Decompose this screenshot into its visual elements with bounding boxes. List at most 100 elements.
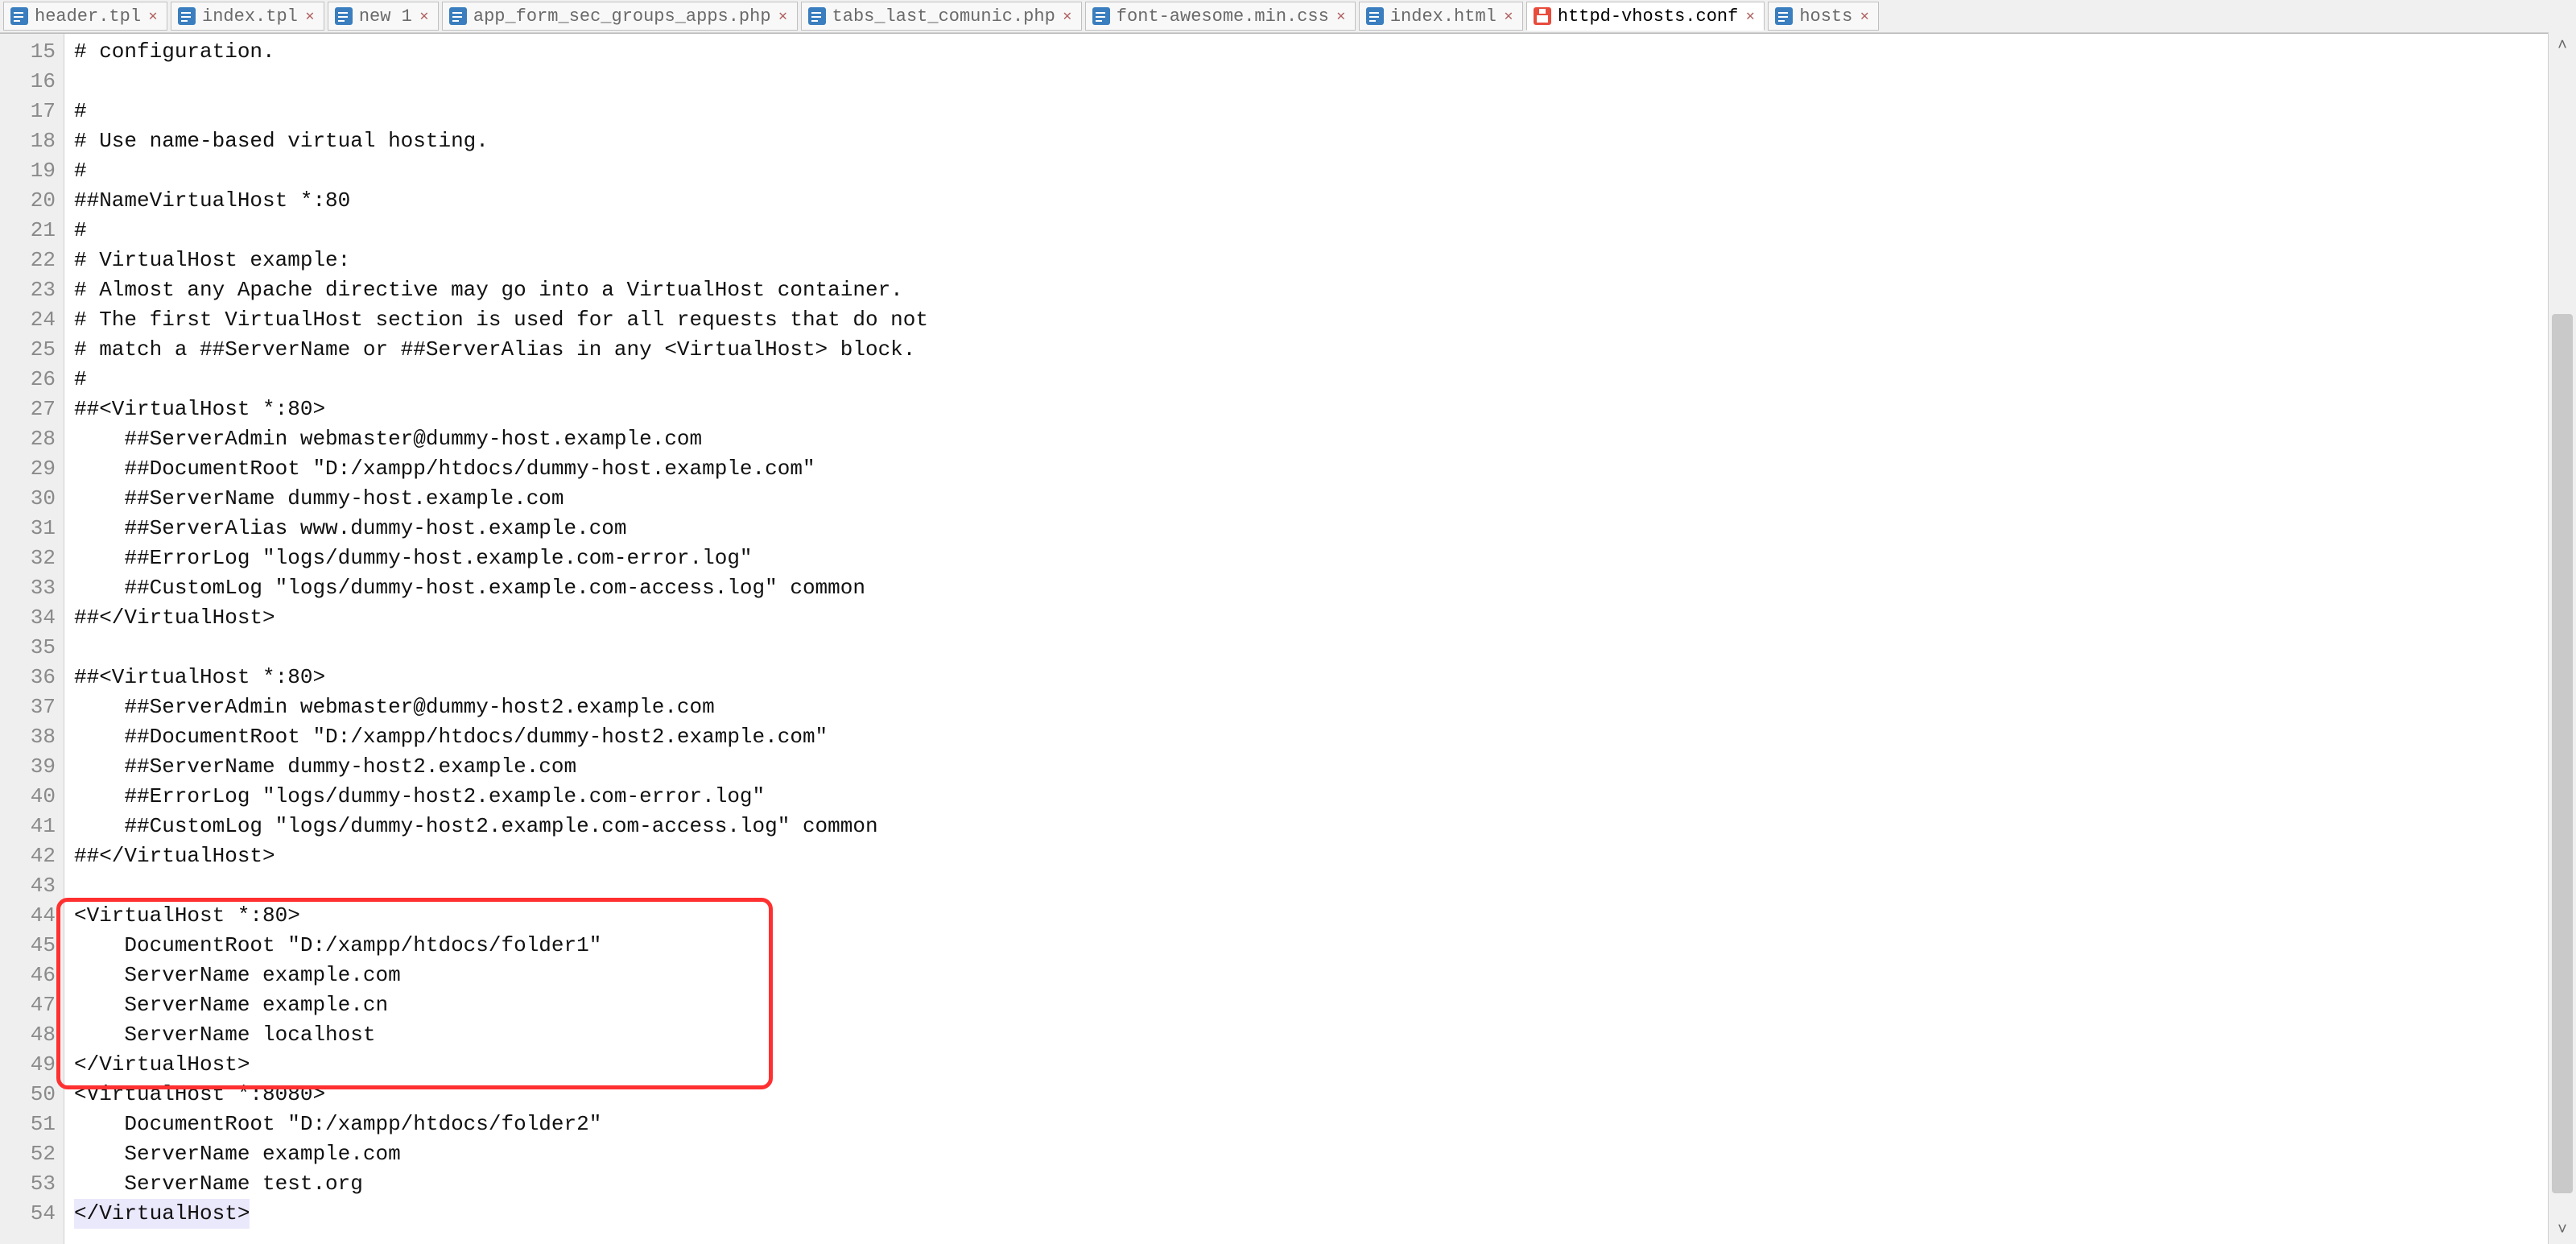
line-number: 28 xyxy=(0,424,56,454)
line-number: 38 xyxy=(0,722,56,752)
code-line[interactable]: DocumentRoot "D:/xampp/htdocs/folder1" xyxy=(74,931,2576,961)
tab-header-tpl[interactable]: header.tpl✕ xyxy=(3,2,167,31)
code-line[interactable]: ##CustomLog "logs/dummy-host2.example.co… xyxy=(74,812,2576,841)
file-type-tpl-icon xyxy=(10,7,28,25)
scrollbar-thumb[interactable] xyxy=(2552,314,2573,1193)
code-line[interactable]: ##CustomLog "logs/dummy-host.example.com… xyxy=(74,573,2576,603)
tab-app-form-sec-groups-apps-php[interactable]: app_form_sec_groups_apps.php✕ xyxy=(442,2,798,31)
code-line[interactable]: ##<VirtualHost *:80> xyxy=(74,395,2576,424)
code-line[interactable]: ##<VirtualHost *:80> xyxy=(74,663,2576,692)
line-number: 29 xyxy=(0,454,56,484)
file-type-html-icon xyxy=(1366,7,1384,25)
line-number: 40 xyxy=(0,782,56,812)
close-icon[interactable]: ✕ xyxy=(303,9,317,23)
line-number: 15 xyxy=(0,37,56,67)
line-number: 30 xyxy=(0,484,56,514)
scrollbar-track[interactable] xyxy=(2549,60,2576,1217)
close-icon[interactable]: ✕ xyxy=(776,9,791,23)
tab-label: hosts xyxy=(1799,6,1852,27)
code-line[interactable]: # Almost any Apache directive may go int… xyxy=(74,275,2576,305)
code-area[interactable]: # configuration.## Use name-based virtua… xyxy=(64,34,2576,1244)
code-line[interactable]: # xyxy=(74,156,2576,186)
line-number: 32 xyxy=(0,543,56,573)
scroll-down-arrow-icon[interactable]: ˅ xyxy=(2549,1217,2576,1244)
code-line[interactable]: ##DocumentRoot "D:/xampp/htdocs/dummy-ho… xyxy=(74,722,2576,752)
code-line[interactable]: # Use name-based virtual hosting. xyxy=(74,126,2576,156)
line-number: 50 xyxy=(0,1080,56,1110)
code-line[interactable]: ##NameVirtualHost *:80 xyxy=(74,186,2576,216)
tab-tabs-last-comunic-php[interactable]: tabs_last_comunic.php ✕ xyxy=(801,2,1082,31)
tab-label: index.tpl xyxy=(202,6,298,27)
line-number-gutter: 1516171819202122232425262728293031323334… xyxy=(0,34,64,1244)
line-number: 22 xyxy=(0,246,56,275)
close-icon[interactable]: ✕ xyxy=(1060,9,1075,23)
code-line[interactable]: ##</VirtualHost> xyxy=(74,841,2576,871)
code-line[interactable]: ServerName example.cn xyxy=(74,990,2576,1020)
code-line[interactable]: DocumentRoot "D:/xampp/htdocs/folder2" xyxy=(74,1110,2576,1139)
tab-index-tpl[interactable]: index.tpl ✕ xyxy=(171,2,324,31)
code-line[interactable]: <VirtualHost *:80> xyxy=(74,901,2576,931)
code-line[interactable]: ##DocumentRoot "D:/xampp/htdocs/dummy-ho… xyxy=(74,454,2576,484)
code-line[interactable]: ##ServerAdmin webmaster@dummy-host.examp… xyxy=(74,424,2576,454)
code-line[interactable]: # configuration. xyxy=(74,37,2576,67)
file-type-php-icon xyxy=(449,7,467,25)
line-number: 25 xyxy=(0,335,56,365)
code-line[interactable]: ##</VirtualHost> xyxy=(74,603,2576,633)
line-number: 31 xyxy=(0,514,56,543)
code-line[interactable]: # VirtualHost example: xyxy=(74,246,2576,275)
line-number: 43 xyxy=(0,871,56,901)
code-line[interactable] xyxy=(74,67,2576,97)
tab-httpd-vhosts-conf[interactable]: httpd-vhosts.conf✕ xyxy=(1526,2,1765,31)
code-line[interactable] xyxy=(74,871,2576,901)
line-number: 41 xyxy=(0,812,56,841)
code-line[interactable]: <VirtualHost *:8080> xyxy=(74,1080,2576,1110)
code-line[interactable]: # xyxy=(74,365,2576,395)
code-line[interactable]: ##ServerAdmin webmaster@dummy-host2.exam… xyxy=(74,692,2576,722)
tab-hosts[interactable]: hosts ✕ xyxy=(1768,2,1879,31)
line-number: 35 xyxy=(0,633,56,663)
code-line[interactable]: ServerName example.com xyxy=(74,1139,2576,1169)
tab-index-html[interactable]: index.html✕ xyxy=(1359,2,1523,31)
close-icon[interactable]: ✕ xyxy=(1334,9,1348,23)
code-line[interactable]: </VirtualHost> xyxy=(74,1199,2576,1229)
close-icon[interactable]: ✕ xyxy=(1743,9,1757,23)
code-line[interactable]: # xyxy=(74,97,2576,126)
scroll-up-arrow-icon[interactable]: ˄ xyxy=(2549,32,2576,60)
code-line[interactable]: ServerName localhost xyxy=(74,1020,2576,1050)
line-number: 19 xyxy=(0,156,56,186)
close-icon[interactable]: ✕ xyxy=(146,9,160,23)
code-line[interactable]: ##ServerName dummy-host2.example.com xyxy=(74,752,2576,782)
code-line[interactable]: ##ServerName dummy-host.example.com xyxy=(74,484,2576,514)
tab-new-1[interactable]: new 1 ✕ xyxy=(328,2,439,31)
tab-font-awesome-min-css[interactable]: font-awesome.min.css✕ xyxy=(1085,2,1356,31)
file-type-tpl-icon xyxy=(335,7,353,25)
close-icon[interactable]: ✕ xyxy=(417,9,431,23)
close-icon[interactable]: ✕ xyxy=(1501,9,1516,23)
code-line[interactable]: ##ErrorLog "logs/dummy-host2.example.com… xyxy=(74,782,2576,812)
line-number: 33 xyxy=(0,573,56,603)
line-number: 24 xyxy=(0,305,56,335)
code-line[interactable]: # match a ##ServerName or ##ServerAlias … xyxy=(74,335,2576,365)
code-line[interactable]: # The first VirtualHost section is used … xyxy=(74,305,2576,335)
line-number: 21 xyxy=(0,216,56,246)
line-number: 37 xyxy=(0,692,56,722)
line-number: 46 xyxy=(0,961,56,990)
line-number: 16 xyxy=(0,67,56,97)
code-line[interactable]: ServerName example.com xyxy=(74,961,2576,990)
tab-label: new 1 xyxy=(359,6,412,27)
line-number: 36 xyxy=(0,663,56,692)
line-number: 49 xyxy=(0,1050,56,1080)
line-number: 18 xyxy=(0,126,56,156)
vertical-scrollbar[interactable]: ˄ ˅ xyxy=(2548,32,2576,1244)
code-line[interactable]: </VirtualHost> xyxy=(74,1050,2576,1080)
code-line[interactable]: ##ServerAlias www.dummy-host.example.com xyxy=(74,514,2576,543)
file-type-php-icon xyxy=(808,7,826,25)
code-line[interactable]: ServerName test.org xyxy=(74,1169,2576,1199)
close-icon[interactable]: ✕ xyxy=(1857,9,1872,23)
file-type-conf-icon xyxy=(1534,7,1551,25)
code-editor[interactable]: 1516171819202122232425262728293031323334… xyxy=(0,33,2576,1244)
code-line[interactable] xyxy=(74,633,2576,663)
code-line[interactable]: # xyxy=(74,216,2576,246)
tab-label: tabs_last_comunic.php xyxy=(832,6,1055,27)
code-line[interactable]: ##ErrorLog "logs/dummy-host.example.com-… xyxy=(74,543,2576,573)
